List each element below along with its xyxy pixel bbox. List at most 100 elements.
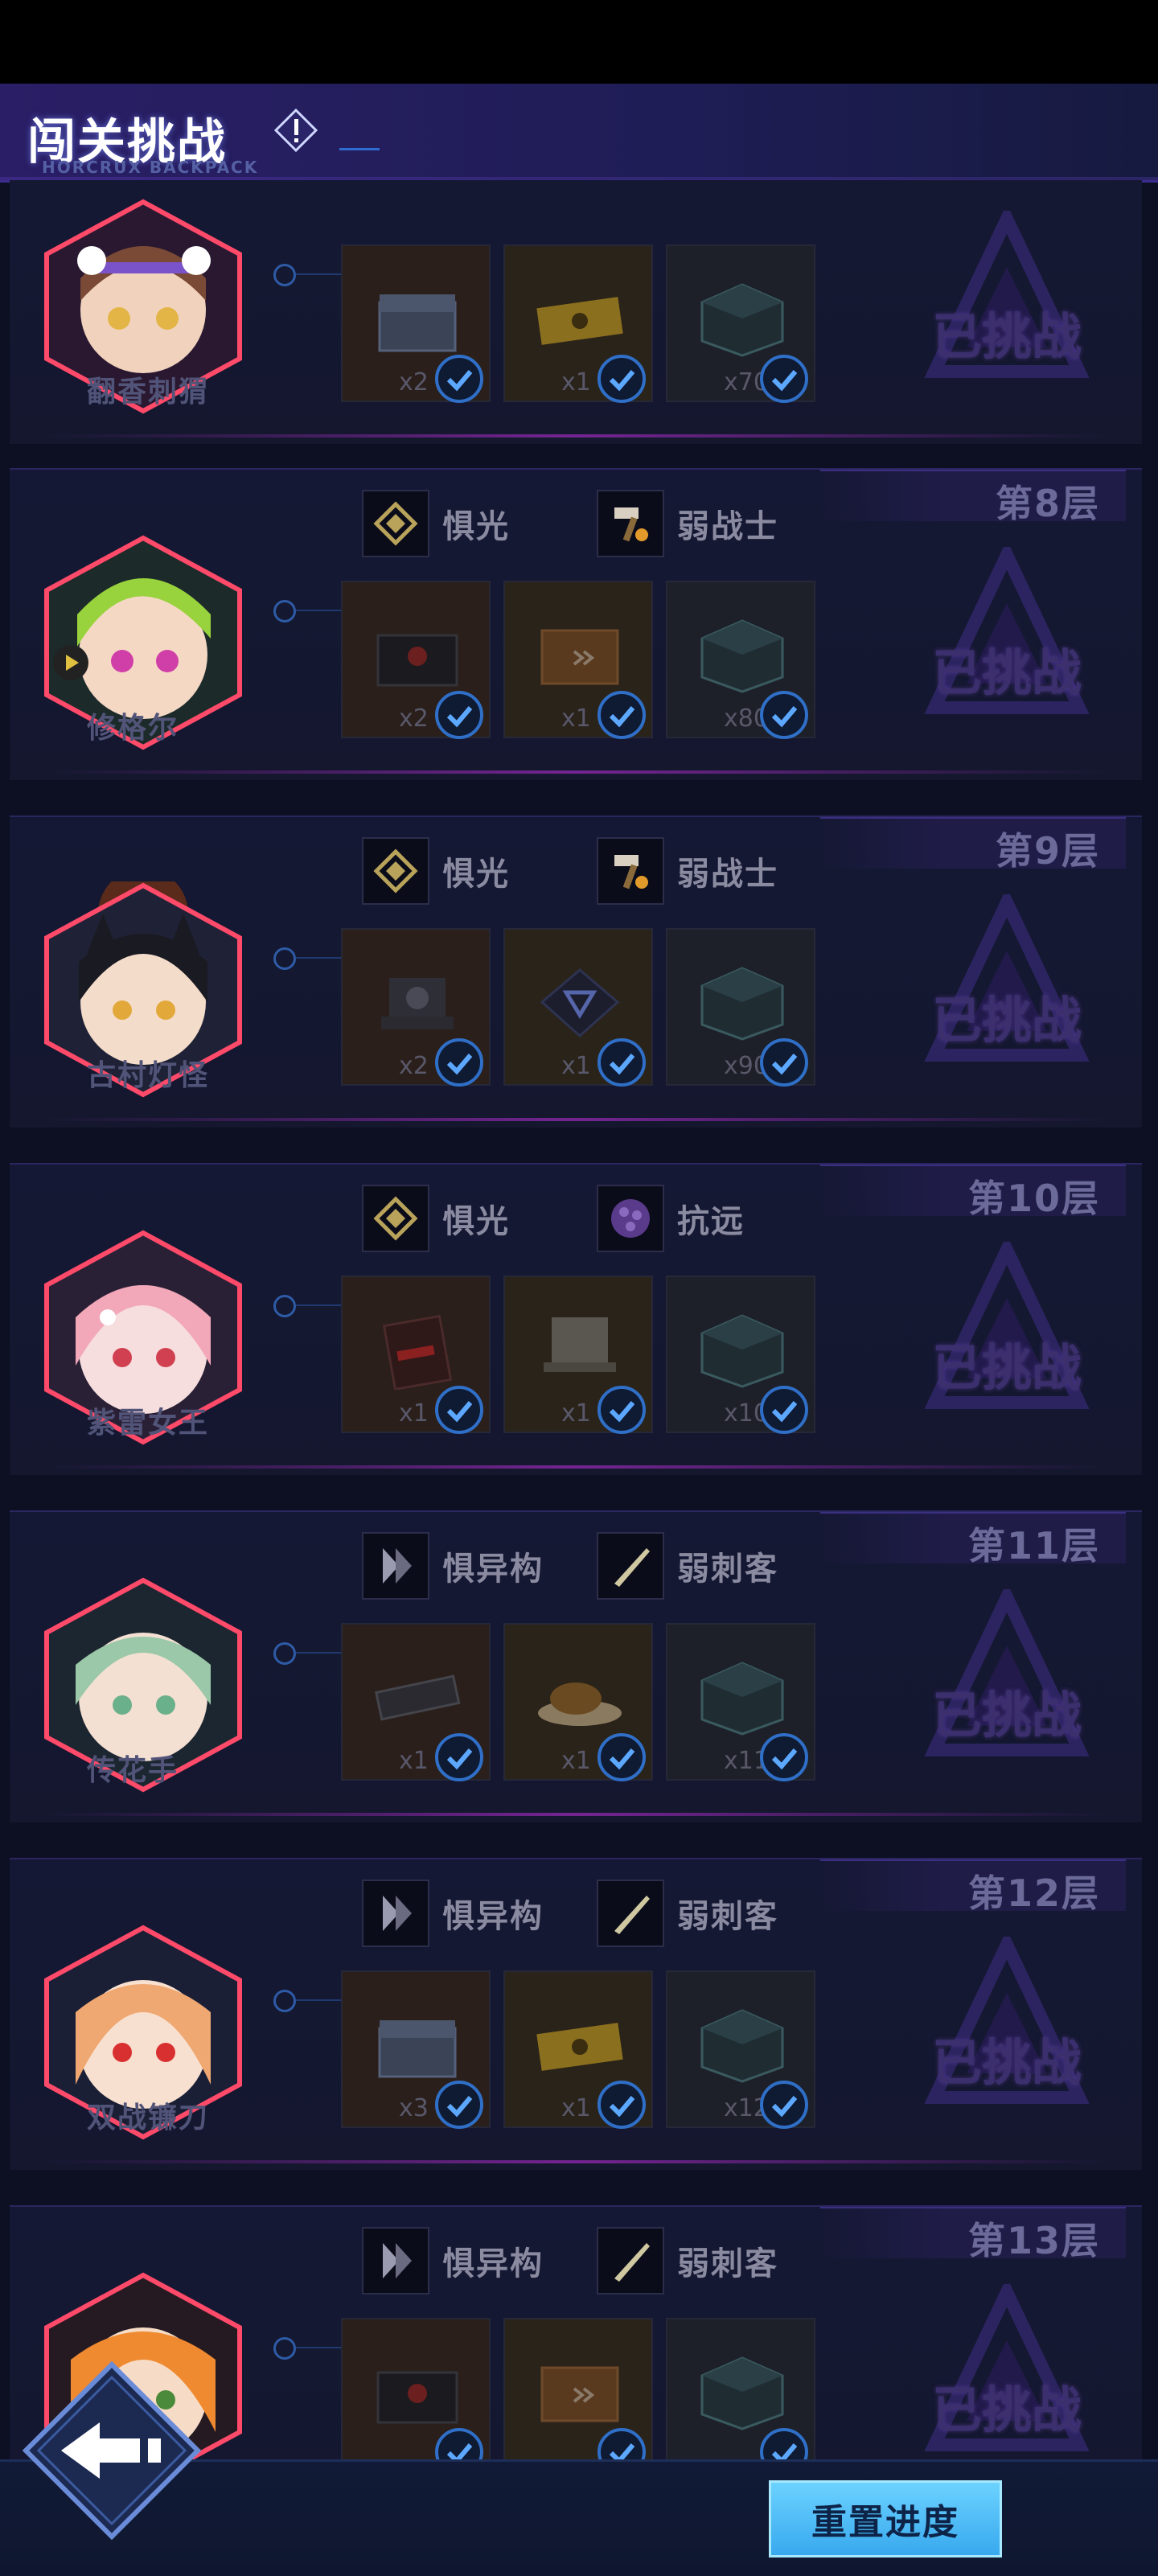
card-icon <box>382 1314 453 1390</box>
device-icon <box>374 1674 461 1721</box>
chest-icon <box>378 294 457 352</box>
reward-quantity: x3 <box>399 2094 429 2122</box>
reward-slot[interactable]: x1 <box>503 1623 653 1781</box>
checkmark-icon <box>597 691 646 739</box>
reward-slot[interactable] <box>341 2318 491 2459</box>
checkmark-icon <box>760 355 808 403</box>
trait-2: 弱战士 <box>597 489 778 558</box>
cube-icon <box>700 967 784 1041</box>
reward-slot[interactable]: x2 <box>341 928 491 1087</box>
connector-dot <box>273 1295 296 1317</box>
connector-dot <box>273 947 296 970</box>
reward-slot[interactable]: x70 <box>666 244 815 403</box>
reward-quantity: x1 <box>561 705 591 733</box>
challenged-label: 已挑战 <box>931 1338 1082 1397</box>
checkmark-icon <box>760 1038 808 1087</box>
challenged-label: 已挑战 <box>931 307 1082 366</box>
reward-slot[interactable]: x1 <box>503 928 653 1087</box>
reward-slot[interactable] <box>503 2318 653 2459</box>
reward-slot[interactable]: x1 <box>503 1970 653 2129</box>
trait-1: 惧光 <box>362 1184 510 1253</box>
header-accent-line <box>339 148 380 150</box>
reward-slot[interactable]: x1 <box>503 1276 653 1434</box>
reward-slot[interactable]: x1 <box>503 581 653 739</box>
challenged-label: 已挑战 <box>931 991 1082 1050</box>
reward-slot[interactable]: x90 <box>666 928 815 1087</box>
floor-list[interactable]: 翻香刺猬 x2 x1 x70 已挑战 第8层 惧光 弱战士 修格尔 x2 x1 … <box>0 180 1158 2459</box>
trait-label: 惧光 <box>442 1203 510 1240</box>
challenged-stamp: 已挑战 <box>918 540 1095 740</box>
trait-2: 弱刺客 <box>597 2226 778 2295</box>
shard-icon <box>362 1880 429 1947</box>
page-subtitle: HORCRUX BACKPACK <box>42 158 259 177</box>
back-arrow-icon[interactable] <box>19 2358 204 2543</box>
checkmark-icon <box>435 1038 483 1087</box>
challenged-stamp: 已挑战 <box>918 1582 1095 1782</box>
reward-slot[interactable]: x120 <box>666 1970 815 2129</box>
reward-slot[interactable]: x3 <box>341 1970 491 2129</box>
reward-slot[interactable]: x1 <box>503 244 653 403</box>
reward-quantity: x1 <box>561 1747 591 1775</box>
floor-card-12: 第12层 惧异构 弱刺客 双战镰刀 x3 x1 x120 已挑战 <box>10 1858 1142 2170</box>
shard-icon <box>362 1532 429 1600</box>
floor-card-11: 第11层 惧异构 弱刺客 传花手 x1 x1 x110 已挑战 <box>10 1510 1142 1822</box>
floor-card-9: 第9层 惧光 弱战士 古村灯怪 x2 x1 x90 已挑战 <box>10 816 1142 1128</box>
diamond-emblem-icon <box>362 1185 429 1252</box>
checkmark-icon <box>435 355 483 403</box>
checkmark-icon <box>435 1386 483 1434</box>
trait-1: 惧光 <box>362 836 510 906</box>
reward-slot[interactable]: x1 <box>341 1623 491 1781</box>
checkmark-icon <box>597 2081 646 2129</box>
diamond-emblem-icon <box>362 837 429 905</box>
trait-2: 弱刺客 <box>597 1879 778 1948</box>
character-name: 翻香刺猬 <box>87 376 210 409</box>
orange-box-icon <box>540 2366 619 2422</box>
reward-quantity: x1 <box>399 1747 429 1775</box>
layer-number: 第13层 <box>967 2219 1100 2262</box>
connector-dot <box>273 2337 296 2360</box>
reward-slot[interactable] <box>666 2318 815 2459</box>
chest-icon <box>378 2020 457 2078</box>
cube-icon <box>700 619 784 693</box>
info-diamond-icon[interactable] <box>273 108 318 153</box>
challenged-stamp: 已挑战 <box>918 2277 1095 2459</box>
challenged-stamp: 已挑战 <box>918 203 1095 404</box>
reset-progress-button[interactable]: 重置进度 <box>769 2480 1002 2558</box>
hammer-icon <box>597 837 664 905</box>
reward-quantity: x2 <box>399 1052 429 1080</box>
reward-slot[interactable]: x2 <box>341 581 491 739</box>
reward-slot[interactable]: x100 <box>666 1276 815 1434</box>
trait-2: 弱战士 <box>597 836 778 906</box>
trait-label: 惧光 <box>442 856 510 893</box>
checkmark-icon <box>597 1038 646 1087</box>
connector-dot <box>273 1642 296 1665</box>
challenged-label: 已挑战 <box>931 643 1082 702</box>
trait-1: 惧异构 <box>362 2226 544 2295</box>
trait-label: 弱刺客 <box>677 2245 778 2282</box>
blade-icon <box>597 1880 664 1947</box>
checkmark-icon <box>597 1386 646 1434</box>
trait-1: 惧异构 <box>362 1879 544 1948</box>
reward-quantity: x1 <box>561 1052 591 1080</box>
hat-icon <box>544 1317 616 1372</box>
trait-label: 惧异构 <box>442 2245 544 2282</box>
reward-slot[interactable]: x110 <box>666 1623 815 1781</box>
blade-icon <box>597 2227 664 2295</box>
reward-slot[interactable]: x80 <box>666 581 815 739</box>
floor-card-8: 第8层 惧光 弱战士 修格尔 x2 x1 x80 已挑战 <box>10 468 1142 780</box>
system-status-bar <box>0 0 1158 84</box>
diamond-emblem-icon <box>362 490 429 557</box>
checkmark-icon <box>760 2428 808 2459</box>
trait-2: 抗远 <box>597 1184 745 1253</box>
character-name: 紫雷女王 <box>87 1407 210 1440</box>
challenged-label: 已挑战 <box>931 1686 1082 1744</box>
challenged-stamp: 已挑战 <box>918 887 1095 1087</box>
checkmark-icon <box>760 1386 808 1434</box>
checkmark-icon <box>760 691 808 739</box>
reward-slot[interactable]: x1 <box>341 1276 491 1434</box>
trait-label: 惧异构 <box>442 1551 544 1588</box>
reward-slot[interactable]: x2 <box>341 244 491 403</box>
cube-icon <box>700 2009 784 2083</box>
trait-label: 惧光 <box>442 508 510 545</box>
hammer-icon <box>597 490 664 557</box>
